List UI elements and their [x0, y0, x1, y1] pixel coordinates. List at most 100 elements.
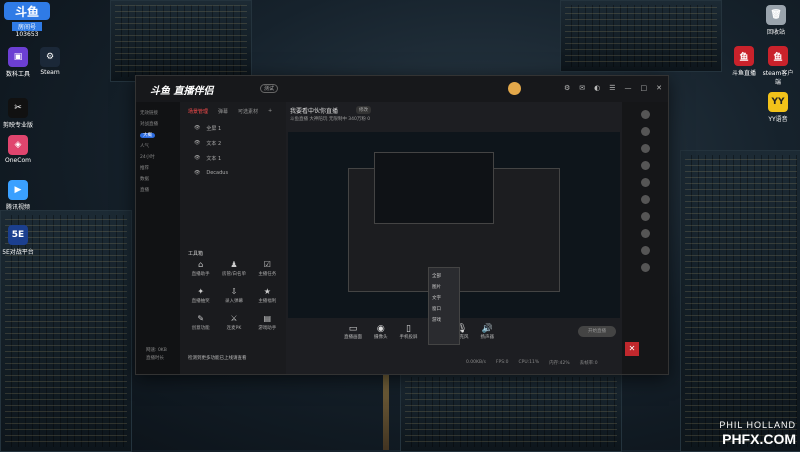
- side-tool-icon[interactable]: [640, 161, 650, 170]
- menu-item[interactable]: 文字: [432, 293, 456, 304]
- desktop-icon-steam-client[interactable]: 鱼 steam客户端: [762, 46, 794, 86]
- desktop-icon-yy[interactable]: YY YY语音: [762, 92, 794, 123]
- desktop-icon-recycle-bin[interactable]: 🗑 回收站: [760, 5, 792, 36]
- close-panel-button[interactable]: ✕: [625, 342, 639, 356]
- status-item: FPS:0: [495, 360, 509, 365]
- source-label: 直播画面: [344, 335, 362, 340]
- source-button[interactable]: ▯ 手机投屏: [400, 324, 418, 354]
- message-icon[interactable]: ✉: [579, 84, 585, 92]
- video-play-icon: ▶: [8, 180, 28, 200]
- yy-icon: YY: [768, 92, 788, 112]
- status-item: CPU:11%: [518, 360, 540, 365]
- left-nav-strip: 无效链接 对战直播 大概 人气 24小时 推荐 数据 直播: [136, 102, 180, 374]
- source-button[interactable]: ◉ 摄像头: [374, 324, 388, 354]
- side-tool-icon[interactable]: [640, 263, 650, 272]
- tool-item[interactable]: ★ 主播福利: [251, 287, 284, 304]
- start-live-button[interactable]: 开始直播: [578, 326, 616, 337]
- notice-text[interactable]: 检测到更多功能已上线请查看: [188, 355, 247, 361]
- nav-item[interactable]: 对战直播: [140, 119, 176, 130]
- scene-item-label: Decadus: [206, 170, 229, 176]
- add-icon[interactable]: +: [268, 108, 272, 115]
- left-status: 网速: 0KB 直播时长: [146, 347, 167, 363]
- tab-danmu[interactable]: 弹幕: [218, 108, 228, 115]
- side-tool-icon[interactable]: [640, 212, 650, 221]
- nav-item[interactable]: 直播: [140, 185, 176, 196]
- tool-item[interactable]: ⇩ 录入弹幕: [217, 287, 250, 304]
- desktop-icon-douyu-live[interactable]: 鱼 斗鱼直播: [728, 46, 760, 77]
- nav-item[interactable]: 无效链接: [140, 108, 176, 119]
- nav-item[interactable]: 数据: [140, 174, 176, 185]
- side-tool-icon[interactable]: [640, 144, 650, 153]
- tool-item[interactable]: ✎ 创意功能: [184, 314, 217, 331]
- skin-icon[interactable]: ◐: [594, 84, 600, 92]
- gift-icon: ✦: [197, 287, 205, 296]
- close-icon[interactable]: ✕: [656, 84, 662, 92]
- tool-item[interactable]: ⌂ 直播助手: [184, 260, 217, 277]
- source-button[interactable]: ▭ 直播画面: [344, 324, 362, 354]
- minimize-icon[interactable]: —: [625, 84, 632, 92]
- scene-item[interactable]: 👁 文本 1: [180, 151, 286, 166]
- version-badge: 测试: [260, 84, 279, 93]
- menu-icon[interactable]: ☰: [609, 84, 615, 92]
- scene-item-label: 全屏 1: [206, 126, 222, 132]
- menu-item[interactable]: 图片: [432, 282, 456, 293]
- tool-item[interactable]: ⚔ 连麦PK: [217, 314, 250, 331]
- maximize-icon[interactable]: □: [641, 84, 648, 92]
- menu-item[interactable]: 全部: [432, 271, 456, 282]
- tool-label: 游戏助手: [258, 326, 277, 331]
- nav-item[interactable]: 推荐: [140, 163, 176, 174]
- desktop-icon-douyu[interactable]: 斗鱼 房间号 103653: [2, 2, 52, 38]
- side-tool-icon[interactable]: [640, 178, 650, 187]
- eye-icon[interactable]: 👁: [194, 140, 200, 147]
- tool-item[interactable]: ▤ 游戏助手: [251, 314, 284, 331]
- eye-icon[interactable]: 👁: [194, 155, 200, 162]
- desktop-icon-steam[interactable]: ⚙ Steam: [34, 47, 66, 76]
- scene-item-label: 文本 2: [206, 141, 222, 147]
- side-tool-icon[interactable]: [640, 246, 650, 255]
- nav-item-active[interactable]: 大概: [140, 133, 155, 138]
- side-tool-icon[interactable]: [640, 229, 650, 238]
- edit-room-button[interactable]: 修改: [356, 106, 371, 114]
- desktop-icon-capcut[interactable]: ✂ 剪映专业版: [2, 98, 34, 129]
- desktop-icon-onecom[interactable]: ◈ OneCom: [2, 135, 34, 164]
- scene-item-label: 文本 1: [206, 156, 222, 162]
- background-building: [400, 372, 622, 452]
- desktop-icon-label: 斗鱼直播: [731, 70, 756, 77]
- side-tool-icon[interactable]: [640, 110, 650, 119]
- tool-label: 创意功能: [191, 326, 210, 331]
- tool-item[interactable]: ✦ 直播抽奖: [184, 287, 217, 304]
- user-icon: ♟: [230, 260, 238, 269]
- eye-icon[interactable]: 👁: [194, 170, 200, 176]
- desktop-icon-label: 5E对战平台: [2, 249, 34, 256]
- menu-item[interactable]: 游戏: [432, 315, 456, 326]
- tool-item[interactable]: ♟ 房管/白名单: [217, 260, 250, 277]
- avatar[interactable]: [508, 82, 521, 95]
- camera-icon: ◉: [376, 324, 385, 334]
- menu-item[interactable]: 窗口: [432, 304, 456, 315]
- tool-label: 主播任务: [258, 272, 277, 277]
- tool-item[interactable]: ☑ 主播任务: [251, 260, 284, 277]
- scene-item[interactable]: 👁 文本 2: [180, 136, 286, 151]
- watermark-line1: PHIL HOLLAND: [719, 420, 796, 430]
- watermark-line2: PHFX.COM: [722, 431, 796, 447]
- desktop-icon-label: 剪映专业版: [2, 122, 33, 129]
- nav-item[interactable]: 24小时: [140, 152, 176, 163]
- eye-icon[interactable]: 👁: [194, 125, 200, 132]
- source-button[interactable]: 🔊 扬声器: [481, 324, 495, 354]
- settings-icon[interactable]: ⚙: [564, 84, 570, 92]
- desktop-icon-tool[interactable]: ▣ 数科工具: [2, 47, 34, 78]
- desktop-icon-5e[interactable]: 5E 5E对战平台: [2, 225, 34, 256]
- room-info: 斗鱼直播 大神陪玩 无限制中 340万粉 0: [290, 117, 371, 122]
- tab-assets[interactable]: 可选素材: [238, 108, 258, 115]
- tab-scene[interactable]: 场景管理: [188, 108, 208, 115]
- source-label: 摄像头: [374, 335, 388, 340]
- side-tool-icon[interactable]: [640, 127, 650, 136]
- side-tool-icon[interactable]: [640, 195, 650, 204]
- task-icon: ☑: [263, 260, 271, 269]
- desktop-icon-tencent-video[interactable]: ▶ 腾讯视频: [2, 180, 34, 211]
- nav-item[interactable]: 人气: [140, 141, 176, 152]
- scene-item[interactable]: 👁 全屏 1: [180, 121, 286, 136]
- toolbox-grid: ⌂ 直播助手 ♟ 房管/白名单 ☑ 主播任务 ✦ 直播抽奖 ⇩ 录入弹幕 ★ 主播福利 ✎ 创…: [184, 260, 284, 331]
- scene-item[interactable]: 👁 Decadus: [180, 166, 286, 180]
- source-toolbar: ▭直播画面 ◉摄像头 ▯手机投屏 ▣媒体源 🎙麦克风 🔊扬声器: [286, 324, 680, 354]
